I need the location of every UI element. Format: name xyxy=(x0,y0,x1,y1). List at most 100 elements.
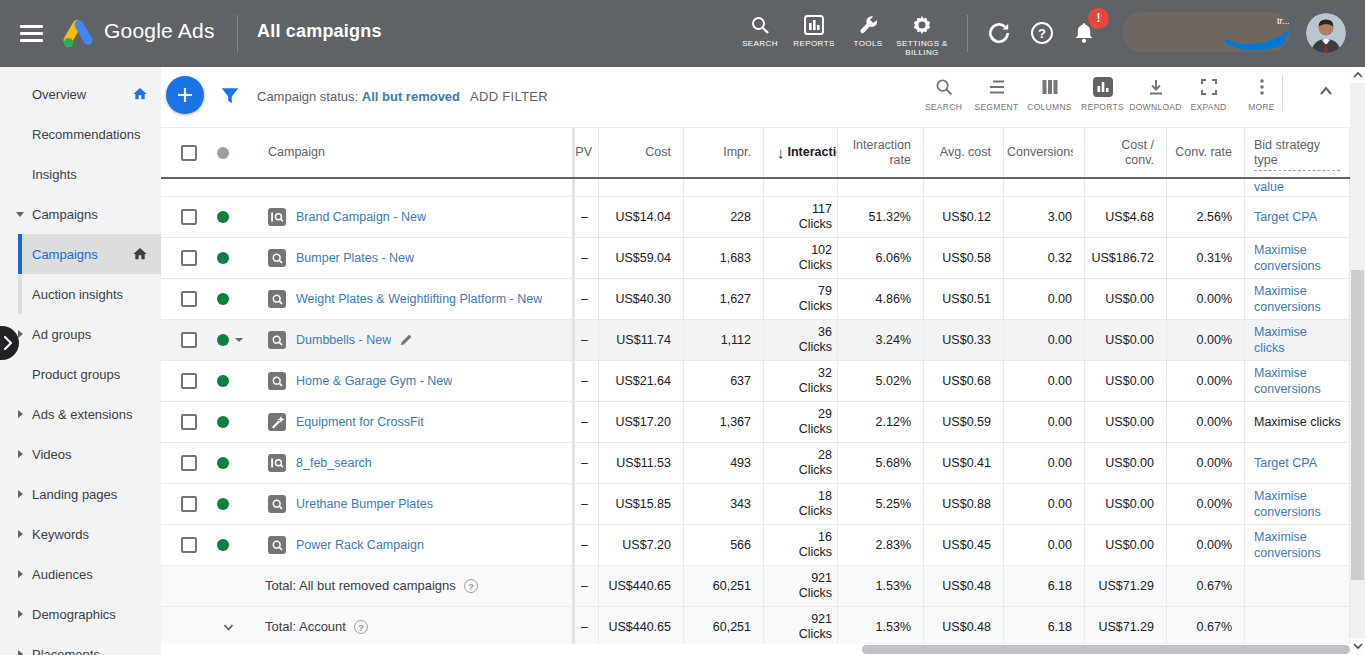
status-enabled-dot xyxy=(217,375,229,387)
column-header-impr[interactable]: Impr. xyxy=(684,128,764,177)
help-icon[interactable]: ? xyxy=(1030,21,1054,49)
account-swoosh-decoration xyxy=(1225,28,1297,56)
edit-pencil-icon[interactable] xyxy=(399,333,413,347)
sidebar-item-landing-pages[interactable]: Landing pages xyxy=(0,474,161,514)
row-checkbox[interactable] xyxy=(181,332,197,348)
main-menu-icon[interactable] xyxy=(20,25,43,42)
bid-strategy-cell[interactable]: Maximise conversions xyxy=(1245,238,1350,278)
campaign-link[interactable]: 8_feb_search xyxy=(296,456,372,470)
collapse-arrow-icon[interactable] xyxy=(18,530,23,538)
column-header-conv-rate[interactable]: Conv. rate xyxy=(1167,128,1245,177)
status-dropdown-icon[interactable] xyxy=(235,338,243,342)
toolbar-columns-button[interactable]: COLUMNS xyxy=(1023,74,1076,112)
sidebar-item-ads-extensions[interactable]: Ads & extensions xyxy=(0,394,161,434)
sidebar-expander-button[interactable] xyxy=(0,326,19,360)
campaign-link[interactable]: Bumper Plates - New xyxy=(296,251,414,265)
sidebar-item-campaigns[interactable]: Campaigns xyxy=(0,194,161,234)
bid-strategy-cell[interactable]: Maximise conversions xyxy=(1245,279,1350,319)
campaign-row: Equipment for CrossFit–US$17.201,36729Cl… xyxy=(161,402,1350,443)
toolbar-expand-button[interactable]: EXPAND xyxy=(1182,74,1235,112)
total-label-cell: Total: All but removed campaigns? xyxy=(161,566,575,606)
toolbar-search-button[interactable]: SEARCH xyxy=(917,74,970,112)
column-header-interaction-rate[interactable]: Interaction rate xyxy=(838,128,924,177)
row-checkbox[interactable] xyxy=(181,414,197,430)
campaign-link[interactable]: Equipment for CrossFit xyxy=(296,415,424,429)
filter-funnel-icon[interactable] xyxy=(220,86,240,110)
collapse-arrow-icon[interactable] xyxy=(18,450,23,458)
sidebar-item-keywords[interactable]: Keywords xyxy=(0,514,161,554)
sidebar-item-demographics[interactable]: Demographics xyxy=(0,594,161,634)
campaign-link[interactable]: Urethane Bumper Plates xyxy=(296,497,433,511)
settings-icon xyxy=(911,8,933,36)
sidebar-item-overview[interactable]: Overview xyxy=(0,74,161,114)
row-checkbox[interactable] xyxy=(181,373,197,389)
campaign-link[interactable]: Brand Campaign - New xyxy=(296,210,426,224)
campaign-link[interactable]: Weight Plates & Weightlifting Platform -… xyxy=(296,292,542,306)
row-checkbox[interactable] xyxy=(181,496,197,512)
bid-strategy-cell[interactable]: Maximise conversions xyxy=(1245,525,1350,565)
topnav-tools[interactable]: TOOLS xyxy=(841,8,895,57)
row-checkbox[interactable] xyxy=(181,291,197,307)
horizontal-scrollbar[interactable] xyxy=(161,644,1350,655)
collapse-arrow-icon[interactable] xyxy=(18,610,23,618)
campaign-status-filter[interactable]: Campaign status: All but removed xyxy=(257,89,460,104)
topnav-settings-billing[interactable]: SETTINGS &BILLING xyxy=(895,8,949,57)
bid-strategy-cell[interactable]: Maximise clicks xyxy=(1245,320,1350,360)
new-campaign-button[interactable] xyxy=(166,76,204,114)
sidebar-item-insights[interactable]: Insights xyxy=(0,154,161,194)
toolbar-more-button[interactable]: MORE xyxy=(1235,74,1288,112)
collapse-arrow-icon[interactable] xyxy=(18,490,23,498)
sidebar-item-product-groups[interactable]: Product groups xyxy=(0,354,161,394)
topnav-search[interactable]: SEARCH xyxy=(733,8,787,57)
column-header-conversions[interactable]: Conversions xyxy=(1004,128,1085,177)
campaign-link[interactable]: Home & Garage Gym - New xyxy=(296,374,452,388)
expand-arrow-icon[interactable] xyxy=(16,212,24,217)
toolbar-segment-button[interactable]: SEGMENT xyxy=(970,74,1023,112)
home-icon xyxy=(132,86,148,106)
column-header-cost-conv[interactable]: Cost / conv. xyxy=(1085,128,1167,177)
help-icon[interactable]: ? xyxy=(354,619,368,634)
bid-strategy-cell[interactable]: Maximise conversions xyxy=(1245,361,1350,401)
sidebar-item-recommendations[interactable]: Recommendations xyxy=(0,114,161,154)
column-header-interactions[interactable]: ↓Interactions xyxy=(764,128,838,177)
collapse-arrow-icon[interactable] xyxy=(18,410,23,418)
column-header-cost[interactable]: Cost xyxy=(599,128,684,177)
campaign-cell: Equipment for CrossFit xyxy=(161,402,575,442)
add-filter-button[interactable]: ADD FILTER xyxy=(470,89,548,104)
sidebar-item-campaigns[interactable]: Campaigns xyxy=(0,234,161,274)
collapse-toolbar-icon[interactable] xyxy=(1316,81,1336,105)
topnav-reports[interactable]: REPORTS xyxy=(787,8,841,57)
help-icon[interactable]: ? xyxy=(464,578,478,593)
campaign-link[interactable]: Dumbbells - New xyxy=(296,333,391,347)
column-header-bid-strategy[interactable]: Bid strategy type xyxy=(1245,128,1350,177)
brand-title: Google Ads xyxy=(104,19,215,43)
select-all-checkbox[interactable] xyxy=(181,145,197,161)
column-header-pv[interactable]: PV xyxy=(575,128,599,177)
sidebar-item-auction-insights[interactable]: Auction insights xyxy=(0,274,161,314)
status-enabled-dot xyxy=(217,293,229,305)
row-checkbox[interactable] xyxy=(181,209,197,225)
row-checkbox[interactable] xyxy=(181,250,197,266)
collapse-arrow-icon[interactable] xyxy=(18,570,23,578)
campaign-row: 8_feb_search–US$11.5349328Clicks5.68%US$… xyxy=(161,443,1350,484)
avatar[interactable] xyxy=(1306,13,1346,53)
row-checkbox[interactable] xyxy=(181,455,197,471)
bid-strategy-cell[interactable]: Target CPA xyxy=(1245,197,1350,237)
campaign-link[interactable]: Power Rack Campaign xyxy=(296,538,424,552)
sidebar-item-placements[interactable]: Placements xyxy=(0,634,161,655)
bid-strategy-cell[interactable]: Maximise conversions xyxy=(1245,484,1350,524)
sidebar-item-audiences[interactable]: Audiences xyxy=(0,554,161,594)
campaign-type-icon xyxy=(268,290,286,308)
toolbar-reports-button[interactable]: REPORTS xyxy=(1076,74,1129,112)
expand-total-icon[interactable] xyxy=(222,621,235,637)
vertical-scrollbar[interactable] xyxy=(1350,67,1365,655)
bid-strategy-cell[interactable]: Target CPA xyxy=(1245,443,1350,483)
collapse-arrow-icon[interactable] xyxy=(18,650,23,655)
sidebar-item-videos[interactable]: Videos xyxy=(0,434,161,474)
sidebar-item-ad-groups[interactable]: Ad groups xyxy=(0,314,161,354)
campaign-cell: Home & Garage Gym - New xyxy=(161,361,575,401)
toolbar-download-button[interactable]: DOWNLOAD xyxy=(1129,74,1182,112)
column-header-avg-cost[interactable]: Avg. cost xyxy=(924,128,1004,177)
row-checkbox[interactable] xyxy=(181,537,197,553)
refresh-icon[interactable] xyxy=(986,20,1012,50)
